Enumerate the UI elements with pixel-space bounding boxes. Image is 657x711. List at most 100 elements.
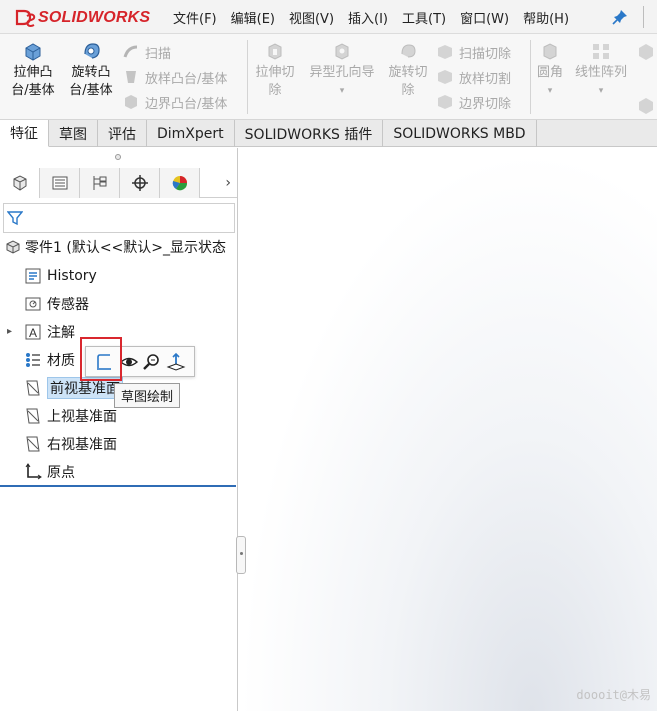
tab-solidworks-addins[interactable]: SOLIDWORKS 插件 [235,120,384,147]
hole-wizard-dropdown-icon[interactable]: ▾ [305,82,379,100]
lofted-cut-button[interactable]: 放样切割 [436,65,511,89]
boundary-cut-label: 边界切除 [459,96,512,112]
menu-file[interactable]: 文件(F) [173,8,217,27]
tree-item-history[interactable]: History [24,264,97,288]
sensor-icon [25,297,41,311]
linear-pattern-button[interactable]: 线性阵列 ▾ [570,40,632,100]
menu-edit[interactable]: 编辑(E) [231,8,275,27]
watermark: doooit@木易 [576,688,651,702]
extrude-cut-label-line2: 除 [268,83,282,98]
fillet-button[interactable]: 圆角 ▾ [532,40,568,100]
pin-icon[interactable] [612,9,628,25]
linear-pattern-label: 线性阵列 [574,65,627,80]
revolve-boss-label-line1: 旋转凸 [71,65,111,80]
expand-annotations-icon[interactable]: ▸ [7,326,12,337]
revolve-cut-icon [401,44,416,58]
display-manager-icon [172,176,187,191]
top-plane-label: 上视基准面 [47,409,117,425]
tree-item-sensors[interactable]: 传感器 [24,292,89,316]
lofted-cut-icon [438,70,452,84]
tree-filter-input[interactable] [3,203,235,233]
tab-configuration-manager[interactable] [80,168,120,198]
zoom-to-selection-icon[interactable] [142,352,162,372]
boundary-boss-label: 边界凸台/基体 [145,96,228,112]
loft-icon [126,71,136,83]
swept-cut-button[interactable]: 扫描切除 [436,40,511,64]
normal-to-icon[interactable] [166,352,186,372]
menu-tools[interactable]: 工具(T) [402,8,446,27]
divider [530,40,531,114]
command-manager: 拉伸凸 台/基体 旋转凸 台/基体 扫描 放样凸台/基体 边界凸台/基体 拉伸切… [0,34,657,120]
swept-cut-icon [438,45,452,59]
material-label: 材质 [47,353,75,369]
sweep-button[interactable]: 扫描 [122,40,171,64]
tab-evaluate[interactable]: 评估 [98,120,147,147]
sweep-icon [123,45,138,58]
part-root-node[interactable]: 零件1 (默认<<默认>_显示状态 [4,236,238,258]
tab-property-manager[interactable] [40,168,80,198]
part-icon [6,240,20,254]
extrude-boss-button[interactable]: 拉伸凸 台/基体 [8,40,58,100]
revolve-boss-icon [84,43,100,59]
menu-insert[interactable]: 插入(I) [348,8,388,27]
sensors-label: 传感器 [47,297,89,313]
revolve-cut-label-line1: 旋转切 [388,65,428,80]
tab-dimxpert[interactable]: DimXpert [147,120,235,147]
eye-icon[interactable] [119,352,139,372]
swept-cut-label: 扫描切除 [459,46,512,62]
sweep-label: 扫描 [145,46,172,62]
menu-view[interactable]: 视图(V) [289,8,334,27]
boundary-boss-button[interactable]: 边界凸台/基体 [122,90,227,114]
lofted-cut-label: 放样切割 [459,71,512,87]
tree-item-material[interactable]: 材质 [24,348,75,372]
linear-pattern-dropdown-icon[interactable]: ▾ [570,82,632,100]
plane-icon [26,408,40,424]
divider [247,40,248,114]
tab-feature-tree[interactable] [0,168,40,198]
hole-wizard-icon [335,43,349,60]
panel-splitter-handle[interactable] [236,536,246,574]
chevron-right-icon[interactable]: › [225,175,231,191]
solidworks-logo[interactable]: SOLIDWORKS [14,7,150,29]
tree-item-top-plane[interactable]: 上视基准面 [24,404,117,428]
tab-features[interactable]: 特征 [0,120,49,147]
rib-icon[interactable] [637,42,655,62]
revolve-boss-button[interactable]: 旋转凸 台/基体 [66,40,116,100]
graphics-area[interactable] [239,148,657,711]
loft-boss-button[interactable]: 放样凸台/基体 [122,65,227,89]
panel-grip-icon[interactable] [115,154,121,160]
tree-item-right-plane[interactable]: 右视基准面 [24,432,117,456]
revolve-cut-button[interactable]: 旋转切 除 [383,40,433,100]
shell-icon[interactable] [637,96,655,116]
configuration-manager-icon [93,176,106,190]
tab-solidworks-mbd[interactable]: SOLIDWORKS MBD [383,120,537,147]
tree-item-origin[interactable]: 原点 [24,460,75,484]
fillet-dropdown-icon[interactable]: ▾ [532,82,568,100]
boundary-cut-button[interactable]: 边界切除 [436,90,511,114]
annotations-label: 注解 [47,325,75,341]
boundary-boss-icon [125,95,137,109]
extrude-cut-button[interactable]: 拉伸切 除 [250,40,300,100]
ds-logo-icon [15,9,36,27]
tree-item-annotations[interactable]: A 注解 [24,320,75,344]
extrude-cut-icon [268,43,282,60]
tree-end-rule [0,485,236,487]
filter-icon [7,211,23,226]
fillet-icon [543,43,557,60]
tab-display-manager[interactable] [160,168,200,198]
extrude-boss-label-line1: 拉伸凸 [13,65,53,80]
menu-help[interactable]: 帮助(H) [523,8,569,27]
menu-window[interactable]: 窗口(W) [460,8,509,27]
part-root-label: 零件1 (默认<<默认>_显示状态 [25,240,227,256]
revolve-boss-label-line2: 台/基体 [69,83,113,98]
plane-icon [26,380,40,396]
hole-wizard-button[interactable]: 异型孔向导 ▾ [305,40,379,100]
hole-wizard-label: 异型孔向导 [309,65,375,80]
material-icon [26,353,40,367]
command-tabs: 特征 草图 评估 DimXpert SOLIDWORKS 插件 SOLIDWOR… [0,120,657,147]
property-manager-icon [52,176,67,190]
tab-sketch[interactable]: 草图 [49,120,98,147]
extrude-boss-icon [25,43,41,61]
loft-boss-label: 放样凸台/基体 [145,71,228,87]
tab-dimxpert-manager[interactable] [120,168,160,198]
